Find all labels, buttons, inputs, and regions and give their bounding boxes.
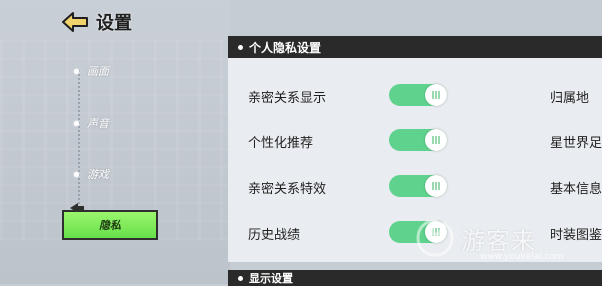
nav-dot bbox=[74, 120, 79, 126]
grip-icon bbox=[432, 136, 440, 144]
section-header: 个人隐私设置 bbox=[228, 36, 602, 58]
nav-item-label: 游戏 bbox=[87, 168, 109, 181]
nav-item-privacy[interactable]: 隐私 bbox=[62, 210, 158, 240]
watermark-url: www.youkelai.com bbox=[480, 252, 564, 262]
setting-label: 个性化推荐 bbox=[248, 136, 314, 151]
setting-label: 基本信息 bbox=[550, 182, 602, 197]
section-dot bbox=[238, 44, 243, 50]
nav-dot bbox=[74, 171, 79, 177]
setting-label: 归属地 bbox=[550, 91, 590, 106]
intimacy-effect-toggle[interactable] bbox=[389, 175, 447, 197]
nav-item-sound[interactable]: 声音 bbox=[74, 115, 109, 131]
setting-row: 个性化推荐 星世界足 bbox=[228, 125, 602, 155]
personalized-recommendation-toggle[interactable] bbox=[389, 129, 447, 151]
setting-row: 亲密关系特效 基本信息 bbox=[228, 171, 602, 201]
intimacy-display-toggle[interactable] bbox=[389, 84, 447, 106]
nav-item-game[interactable]: 游戏 bbox=[74, 166, 109, 182]
grip-icon bbox=[432, 182, 440, 190]
setting-label: 历史战绩 bbox=[248, 228, 301, 243]
header: 设置 bbox=[60, 6, 132, 38]
setting-label: 亲密关系显示 bbox=[248, 91, 327, 106]
toggle-knob bbox=[425, 129, 447, 151]
watermark-text: 游客来 bbox=[461, 226, 536, 255]
section-title: 个人隐私设置 bbox=[249, 40, 322, 55]
section-dot bbox=[238, 275, 243, 281]
nav-item-label: 声音 bbox=[87, 117, 109, 130]
setting-label: 时装图鉴 bbox=[550, 228, 602, 243]
nav-item-label: 画面 bbox=[87, 65, 109, 78]
nav-item-display[interactable]: 画面 bbox=[74, 63, 109, 79]
nav-item-label: 隐私 bbox=[99, 219, 121, 232]
watermark-logo-icon bbox=[416, 219, 454, 257]
back-arrow-icon bbox=[62, 12, 88, 32]
toggle-knob bbox=[425, 84, 447, 106]
page-title: 设置 bbox=[96, 13, 132, 34]
toggle-knob bbox=[425, 175, 447, 197]
setting-row: 亲密关系显示 归属地 bbox=[228, 80, 602, 110]
nav-dot bbox=[74, 68, 79, 74]
setting-label: 亲密关系特效 bbox=[248, 182, 327, 197]
nav-connector-line bbox=[78, 70, 80, 212]
setting-label: 星世界足 bbox=[550, 136, 602, 151]
back-button[interactable] bbox=[60, 9, 90, 35]
grip-icon bbox=[432, 91, 440, 99]
